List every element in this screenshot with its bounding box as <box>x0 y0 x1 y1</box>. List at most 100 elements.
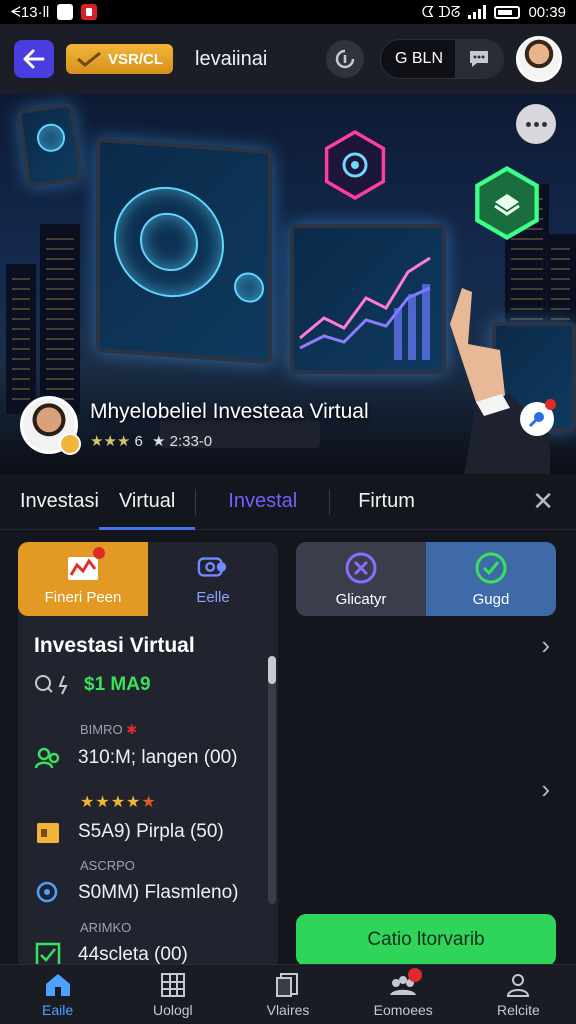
more-options-button[interactable] <box>516 104 556 144</box>
list-item-text: 44scleta (00) <box>78 944 188 965</box>
segment-fineri-peen[interactable]: Fineri Peen <box>18 542 148 616</box>
chat-icon <box>470 51 488 67</box>
status-left-text: ᗕ13·ll <box>10 3 50 21</box>
tab-firtum[interactable]: Firtum <box>330 474 443 530</box>
notification-dot <box>93 546 105 559</box>
hero-rating: ★★★ 6 <box>90 432 143 450</box>
list-item-text: S5A9) Pirpla (50) <box>78 821 224 842</box>
nav-label: Eaile <box>42 1001 74 1018</box>
brand-badge-label: VSR/CL <box>108 50 164 68</box>
nav-item-documents[interactable]: Vlaires <box>230 965 345 1024</box>
host-avatar[interactable] <box>20 396 81 455</box>
camera-icon <box>197 553 229 581</box>
content-area: Fineri Peen Eelle Investasi Virtual $1 M… <box>0 530 576 972</box>
nav-item-profile[interactable]: Relcite <box>461 965 576 1024</box>
profile-hologram <box>16 102 84 188</box>
status-left: ᗕ13·ll <box>10 3 98 21</box>
home-icon <box>43 972 73 998</box>
chevron-right-icon[interactable]: › <box>541 774 550 805</box>
chart-monitor <box>290 224 446 374</box>
nav-label: Uologl <box>152 1001 193 1018</box>
nav-item-grid[interactable]: Uologl <box>115 965 230 1024</box>
tab-investasi[interactable]: Investasi <box>0 474 99 530</box>
list-item-text: S0MM) Flasmleno) <box>78 882 239 903</box>
balance-label: G BLN <box>394 50 443 67</box>
segment-label: Gugd <box>472 590 510 608</box>
money-value: $1 MA9 <box>84 674 151 695</box>
tab-virtual[interactable]: Virtual <box>98 474 196 530</box>
balance-pill[interactable]: G BLN <box>379 39 504 79</box>
chat-button[interactable] <box>455 40 503 78</box>
rating-extra: 6 <box>134 433 143 450</box>
segment-label: Glicatyr <box>335 590 387 608</box>
list-item-text: 310:M; langen (00) <box>78 747 238 768</box>
scrollbar[interactable] <box>268 656 276 904</box>
list-item[interactable]: ASCRPO S0MM) Flasmleno) <box>34 858 264 907</box>
list-item-row: S0MM) Flasmleno) <box>34 879 264 907</box>
card-segment-control: Fineri Peen Eelle <box>18 542 278 616</box>
hologram-badge-inner <box>328 134 382 196</box>
segment-label: Eelle <box>196 588 230 606</box>
folder-icon <box>34 818 62 846</box>
nav-label: Vlaires <box>266 1001 310 1018</box>
nav-label: Relcite <box>497 1001 540 1018</box>
nav-item-groups[interactable]: Eomoees <box>346 965 461 1024</box>
tab-investal[interactable]: Investal <box>196 474 329 530</box>
segment-glicatyr[interactable]: Glicatyr <box>296 542 426 616</box>
list-item-caption: ARIMKO <box>80 920 132 935</box>
status-bar: ᗕ13·ll ᗧ ᗪᘔ 00:39 <box>0 0 576 24</box>
app-header: VSR/CL levaiinai G BLN <box>0 24 576 94</box>
list-item-row: 310:M; langen (00) <box>34 744 264 772</box>
close-icon[interactable]: ✕ <box>532 486 554 517</box>
search-icon <box>34 879 62 907</box>
profile-hologram-ring <box>35 121 67 154</box>
hologram-badge-green-inner <box>479 171 535 235</box>
cta-button[interactable]: Catio ltorvarib <box>296 914 556 966</box>
stack-icon <box>494 194 520 216</box>
chevron-right-icon[interactable]: › <box>541 630 550 661</box>
list-item-caption: ASCRPO <box>80 858 135 873</box>
app-notification-icon <box>81 4 98 20</box>
status-icons-text: ᗧ ᗪᘔ <box>421 3 461 21</box>
rating-stars: ★★★ <box>90 433 131 450</box>
pin-button[interactable] <box>520 399 556 436</box>
pin-icon <box>528 412 544 428</box>
city-building <box>40 224 80 414</box>
people-icon <box>34 744 62 772</box>
status-time: 00:39 <box>528 3 566 21</box>
hero-stat: ★ 2:33-0 <box>152 433 213 450</box>
hero-banner: Mhyelobeliel Investeaa Virtual ★★★ 6 ★ 2… <box>0 94 576 474</box>
header-title: levaiinai <box>195 47 268 70</box>
back-button[interactable] <box>14 40 54 78</box>
notification-dot <box>408 967 423 982</box>
tab-bar: Investasi Virtual Investal Firtum ✕ <box>0 474 576 530</box>
back-arrow-icon <box>23 49 45 69</box>
close-circle-icon <box>345 552 377 583</box>
document-icon <box>273 972 303 998</box>
nav-item-home[interactable]: Eaile <box>0 965 115 1024</box>
segment-gugd[interactable]: Gugd <box>426 542 556 616</box>
list-item[interactable]: ★★★★★ S5A9) Pirpla (50) <box>34 792 264 846</box>
card-title: Investasi Virtual <box>34 634 195 657</box>
hologram-badge-pink <box>324 130 386 200</box>
rating-stars: ★★★★★ <box>80 794 157 811</box>
segment-eelle[interactable]: Eelle <box>148 542 278 616</box>
investment-card: Fineri Peen Eelle Investasi Virtual $1 M… <box>18 542 278 972</box>
list-item[interactable]: ARIMKO 44scleta (00) <box>34 920 264 969</box>
chart-icon <box>67 546 105 581</box>
profile-icon <box>503 972 533 998</box>
refresh-button[interactable] <box>325 40 364 78</box>
hand-pointer-graphic <box>450 288 550 474</box>
nav-label: Eomoees <box>373 1001 433 1018</box>
target-icon <box>342 152 368 178</box>
coin-search-icon <box>35 675 68 695</box>
list-item-caption: BIMRO ✱ <box>80 722 138 737</box>
brand-badge[interactable]: VSR/CL <box>66 44 174 74</box>
user-avatar[interactable] <box>516 36 562 82</box>
check-circle-icon <box>475 552 507 583</box>
notification-icon <box>57 4 74 20</box>
list-item[interactable]: BIMRO ✱ 310:M; langen (00) <box>34 722 264 772</box>
growth-chart-graphic <box>299 256 431 360</box>
radar-mini <box>234 271 264 304</box>
battery-icon <box>494 5 521 19</box>
